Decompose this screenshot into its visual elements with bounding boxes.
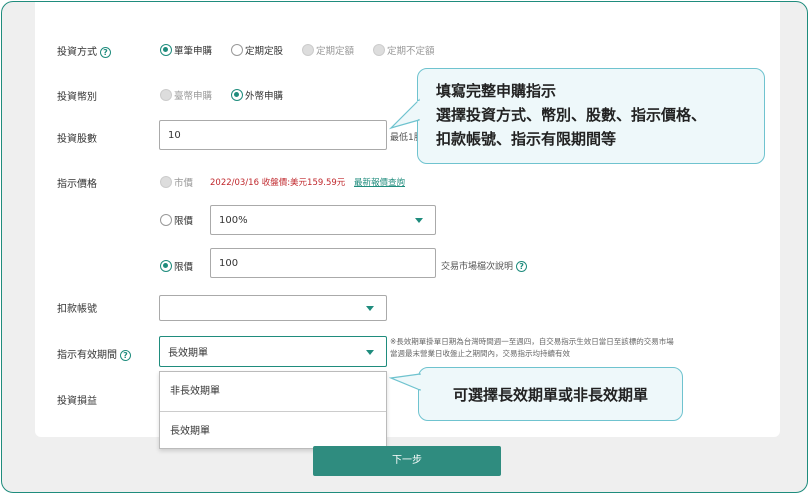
- method-label-text: 投資方式: [57, 47, 97, 58]
- radio-foreign[interactable]: 外幣申購: [231, 88, 283, 102]
- validity-value: 長效期單: [168, 348, 208, 359]
- validity-note: ※長效期單掛單日期為台灣時間週一至週四，自交易指示生效日當日至該標的交易市場當週…: [390, 337, 674, 358]
- next-button[interactable]: 下一步: [313, 446, 501, 476]
- callout-line: 扣款帳號、指示有限期間等: [436, 130, 617, 148]
- dropdown-option-non-long[interactable]: 非長效期單: [160, 372, 386, 411]
- validity-label-text: 指示有效期間: [57, 350, 117, 361]
- radio-icon: [231, 44, 243, 56]
- limit-price-input[interactable]: 100: [210, 248, 436, 278]
- method-label: 投資方式?: [57, 43, 111, 58]
- radio-label: 定期定股: [245, 46, 284, 57]
- account-label: 扣款帳號: [57, 304, 97, 315]
- validity-callout: 可選擇長效期單或非長效期單: [418, 367, 683, 421]
- radio-disabled-icon: [373, 44, 385, 56]
- radio-icon: [160, 214, 172, 226]
- price-label: 指示價格: [57, 179, 97, 190]
- instruction-callout: 填寫完整申購指示 選擇投資方式、幣別、股數、指示價格、 扣款帳號、指示有限期間等: [417, 68, 765, 164]
- latest-quote-link[interactable]: 最新報價查詢: [354, 176, 405, 188]
- limit-percent-value: 100%: [219, 214, 248, 226]
- shares-value: 10: [168, 129, 181, 141]
- limit-price-value: 100: [219, 257, 239, 269]
- radio-label: 市價: [174, 178, 194, 189]
- radio-limit-price[interactable]: 限價: [160, 259, 193, 273]
- radio-twd: 臺幣申購: [160, 88, 212, 102]
- account-select[interactable]: [159, 295, 387, 321]
- radio-disabled-icon: [302, 44, 314, 56]
- radio-checked-icon: [160, 44, 172, 56]
- market-note-text: 交易市場檔次說明: [441, 262, 514, 272]
- validity-label: 指示有效期間?: [57, 346, 131, 361]
- radio-label: 定期不定額: [387, 46, 435, 57]
- radio-label: 限價: [174, 216, 194, 227]
- radio-label: 定期定額: [316, 46, 355, 57]
- radio-regular-amount: 定期定額: [302, 43, 354, 57]
- validity-dropdown-list: 非長效期單 長效期單: [159, 371, 387, 449]
- radio-regular-shares[interactable]: 定期定股: [231, 43, 283, 57]
- validity-select[interactable]: 長效期單: [159, 336, 387, 367]
- radio-irregular-amount: 定期不定額: [373, 43, 435, 57]
- pl-label: 投資損益: [57, 396, 97, 407]
- shares-input[interactable]: 10: [159, 120, 387, 150]
- radio-disabled-icon: [160, 176, 172, 188]
- screen-frame: 投資方式? 單筆申購 定期定股 定期定額 定期不定額 投資幣別 臺幣申購 外幣申…: [1, 1, 808, 493]
- radio-label: 臺幣申購: [174, 91, 213, 102]
- chevron-down-icon: [415, 218, 423, 223]
- radio-disabled-icon: [160, 89, 172, 101]
- radio-limit-percent[interactable]: 限價: [160, 213, 193, 227]
- callout-line: 填寫完整申購指示: [436, 82, 557, 100]
- radio-label: 單筆申購: [174, 46, 213, 57]
- radio-lump-sum[interactable]: 單筆申購: [160, 43, 212, 57]
- radio-checked-icon: [160, 260, 172, 272]
- shares-label: 投資股數: [57, 134, 97, 145]
- callout-pointer: [389, 98, 421, 130]
- limit-percent-select[interactable]: 100%: [210, 205, 436, 235]
- chevron-down-icon: [366, 349, 374, 355]
- callout-pointer: [389, 373, 421, 391]
- callout-line: 選擇投資方式、幣別、股數、指示價格、: [436, 106, 707, 124]
- radio-label: 外幣申購: [245, 91, 284, 102]
- dropdown-option-long[interactable]: 長效期單: [160, 411, 386, 450]
- help-icon[interactable]: ?: [100, 46, 111, 58]
- help-icon[interactable]: ?: [516, 261, 528, 272]
- radio-market: 市價: [160, 175, 193, 189]
- close-price-text: 2022/03/16 收盤價:美元159.59元: [210, 178, 346, 188]
- currency-label: 投資幣別: [57, 92, 97, 103]
- chevron-down-icon: [366, 306, 374, 311]
- market-note: 交易市場檔次說明?: [441, 259, 528, 272]
- radio-label: 限價: [174, 262, 194, 273]
- radio-checked-icon: [231, 89, 243, 101]
- help-icon[interactable]: ?: [120, 349, 131, 361]
